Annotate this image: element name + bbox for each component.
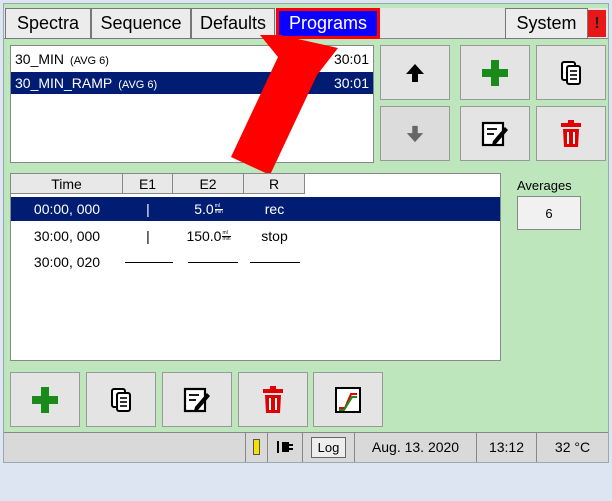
warning-indicator[interactable]: ! — [588, 10, 606, 37]
program-avg: (AVG 6) — [70, 55, 109, 67]
col-header-e1[interactable]: E1 — [123, 174, 173, 194]
log-button[interactable]: Log — [310, 436, 347, 458]
delete-step-button[interactable] — [238, 372, 308, 427]
program-avg: (AVG 6) — [118, 79, 158, 91]
tab-sequence[interactable]: Sequence — [91, 8, 191, 39]
flow-unit-bottom: min — [222, 235, 231, 242]
status-date: Aug. 13. 2020 — [354, 432, 476, 462]
cell-time: 30:00, 000 — [33, 228, 101, 244]
trash-icon — [263, 385, 283, 413]
move-up-button[interactable] — [380, 45, 450, 100]
down-arrow-icon — [406, 125, 424, 142]
copy-icon — [111, 387, 131, 412]
battery-indicator — [245, 432, 267, 462]
flow-unit: ml min — [222, 230, 231, 242]
flow-unit: ml min — [214, 203, 223, 215]
cell-e2: 150.0 ml min — [173, 224, 244, 248]
col-header-r[interactable]: R — [244, 174, 305, 194]
table-row[interactable]: 00:00, 000 | 5.0 ml min rec — [11, 197, 500, 221]
edit-icon — [481, 121, 508, 146]
ramp-chart-icon — [335, 386, 361, 413]
copy-icon — [561, 60, 581, 85]
averages-field[interactable]: 6 — [517, 196, 581, 230]
status-temperature: 32 °C — [536, 432, 608, 462]
add-icon — [32, 386, 58, 413]
status-time: 13:12 — [476, 432, 536, 462]
program-name: 30_MIN_RAMP — [15, 75, 113, 91]
edit-program-button[interactable] — [460, 106, 530, 161]
col-header-time[interactable]: Time — [11, 174, 123, 194]
cell-r: rec — [264, 201, 285, 217]
cell-r: stop — [261, 228, 288, 244]
tab-system[interactable]: System — [505, 8, 588, 39]
add-icon — [482, 59, 508, 86]
trash-icon — [561, 119, 581, 147]
add-step-button[interactable] — [10, 372, 80, 427]
delete-program-button[interactable] — [536, 106, 606, 161]
copy-program-button[interactable] — [536, 45, 606, 100]
battery-icon — [253, 439, 260, 455]
power-plug-indicator — [267, 432, 302, 462]
tab-spectra[interactable]: Spectra — [5, 8, 91, 39]
step-table[interactable]: Time E1 E2 R 00:00, 000 | 5.0 ml min rec … — [10, 173, 501, 361]
cell-e1: | — [146, 228, 150, 244]
e2-value: 150.0 — [186, 228, 222, 244]
ramp-graph-button[interactable] — [313, 372, 383, 427]
e2-value: 5.0 — [194, 201, 214, 217]
flow-unit-bottom: min — [214, 208, 223, 215]
copy-step-button[interactable] — [86, 372, 156, 427]
col-header-e2[interactable]: E2 — [173, 174, 244, 194]
edit-icon — [183, 387, 210, 412]
table-row[interactable]: 30:00, 000 | 150.0 ml min stop — [11, 224, 500, 248]
cell-time: 30:00, 020 — [33, 254, 101, 270]
cell-e1: | — [146, 201, 150, 217]
pointer-arrow — [231, 35, 338, 175]
cell-e2: 5.0 ml min — [173, 197, 244, 221]
averages-label: Averages — [517, 178, 572, 193]
edit-step-button[interactable] — [162, 372, 232, 427]
program-name: 30_MIN — [15, 51, 65, 67]
empty-cell-r — [250, 262, 300, 263]
log-cell: Log — [302, 432, 354, 462]
table-row[interactable]: 30:00, 020 — [11, 250, 500, 274]
plug-icon — [277, 441, 293, 453]
up-arrow-icon — [406, 63, 424, 82]
add-program-button[interactable] — [460, 45, 530, 100]
cell-time: 00:00, 000 — [33, 201, 101, 217]
move-down-button[interactable] — [380, 106, 450, 161]
empty-cell-e1 — [125, 262, 173, 263]
empty-cell-e2 — [188, 262, 238, 263]
